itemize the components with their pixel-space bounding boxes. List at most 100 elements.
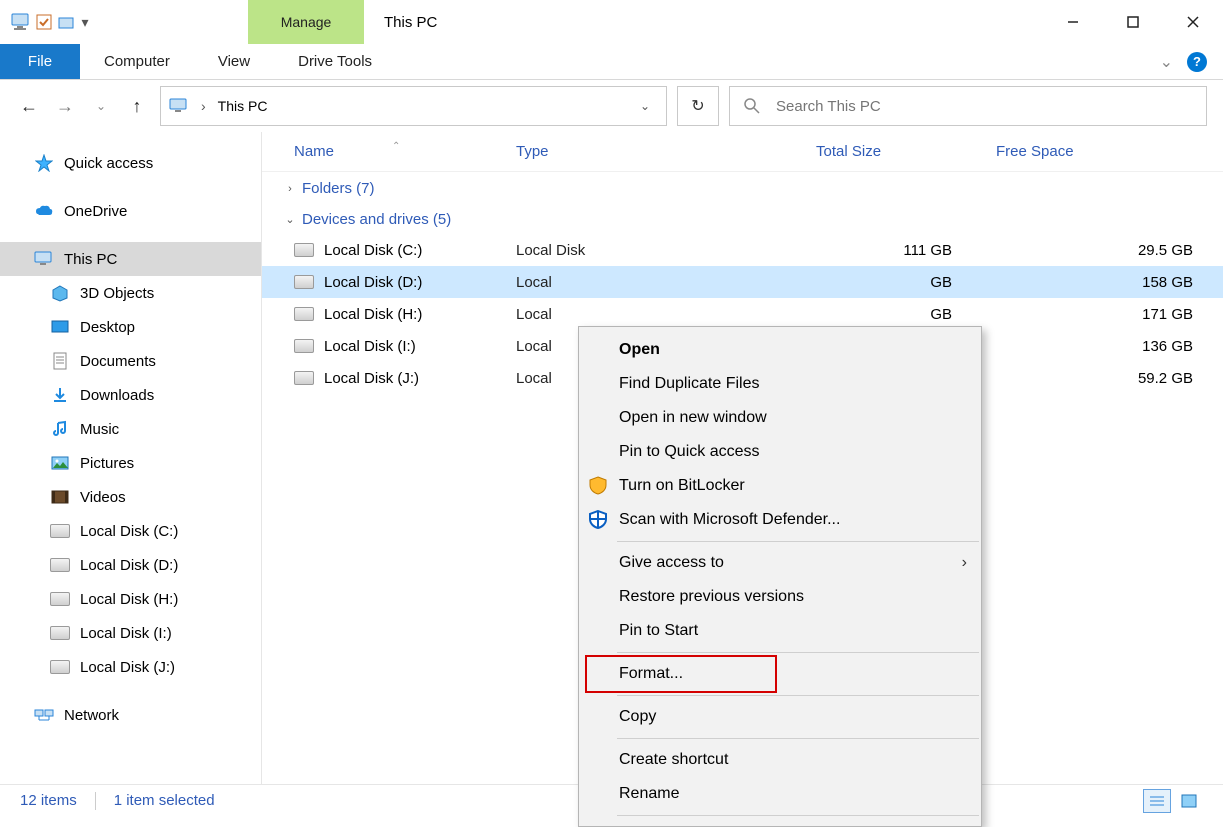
col-free-space[interactable]: Free Space — [996, 143, 1223, 160]
recent-locations-icon[interactable]: ⌄ — [88, 93, 114, 119]
ctx-pin-start[interactable]: Pin to Start — [579, 614, 981, 648]
ctx-restore-previous[interactable]: Restore previous versions — [579, 580, 981, 614]
ctx-pin-quick-access[interactable]: Pin to Quick access — [579, 435, 981, 469]
help-icon[interactable]: ? — [1187, 52, 1207, 72]
quick-access-icon — [34, 153, 54, 173]
group-label: Devices and drives (5) — [302, 211, 451, 228]
ctx-find-duplicates[interactable]: Find Duplicate Files — [579, 367, 981, 401]
back-button[interactable]: ← — [16, 93, 42, 119]
details-view-button[interactable] — [1143, 789, 1171, 813]
sidebar-label: Local Disk (H:) — [80, 591, 178, 608]
drive-name: Local Disk (I:) — [324, 338, 416, 355]
ctx-format[interactable]: Format... — [579, 657, 981, 691]
col-name[interactable]: ⌃Name — [294, 143, 516, 160]
divider — [95, 792, 96, 810]
col-total-size[interactable]: Total Size — [816, 143, 996, 160]
sidebar-label: Desktop — [80, 319, 135, 336]
drive-row[interactable]: Local Disk (D:)LocalGB158 GB — [262, 266, 1223, 298]
sort-caret-icon: ⌃ — [392, 141, 400, 152]
minimize-button[interactable] — [1043, 0, 1103, 44]
drive-free: 29.5 GB — [996, 242, 1223, 259]
drive-name: Local Disk (D:) — [324, 274, 422, 291]
sidebar-label: Quick access — [64, 155, 153, 172]
ctx-open-new-window[interactable]: Open in new window — [579, 401, 981, 435]
search-box[interactable] — [729, 86, 1207, 126]
sidebar-desktop[interactable]: Desktop — [0, 310, 261, 344]
drive-icon — [50, 555, 70, 575]
this-pc-icon — [34, 249, 54, 269]
sidebar-label: Videos — [80, 489, 126, 506]
up-button[interactable]: ↑ — [124, 93, 150, 119]
tab-computer[interactable]: Computer — [80, 44, 194, 79]
drive-icon — [50, 589, 70, 609]
drive-icon — [294, 307, 314, 321]
sidebar-label: Local Disk (D:) — [80, 557, 178, 574]
drive-icon — [50, 657, 70, 677]
group-drives[interactable]: ⌄ Devices and drives (5) — [262, 203, 1223, 234]
tab-view[interactable]: View — [194, 44, 274, 79]
qat-customize-icon[interactable]: ▾ — [78, 14, 92, 31]
sidebar-local-disk-j[interactable]: Local Disk (J:) — [0, 650, 261, 684]
sidebar-local-disk-c[interactable]: Local Disk (C:) — [0, 514, 261, 548]
context-tab-manage[interactable]: Manage — [248, 0, 364, 44]
sidebar-local-disk-i[interactable]: Local Disk (I:) — [0, 616, 261, 650]
ctx-label: Give access to — [619, 554, 724, 572]
ctx-label: Turn on BitLocker — [619, 477, 745, 495]
sidebar-videos[interactable]: Videos — [0, 480, 261, 514]
file-tab[interactable]: File — [0, 44, 80, 79]
ctx-create-shortcut[interactable]: Create shortcut — [579, 743, 981, 777]
group-label: Folders (7) — [302, 180, 375, 197]
chevron-right-icon: › — [284, 183, 296, 195]
sidebar-local-disk-h[interactable]: Local Disk (H:) — [0, 582, 261, 616]
menu-separator — [617, 695, 979, 696]
drive-type: Local — [516, 306, 816, 323]
breadcrumb-this-pc[interactable]: This PC — [218, 98, 268, 114]
ctx-bitlocker[interactable]: Turn on BitLocker — [579, 469, 981, 503]
address-dropdown-icon[interactable]: ⌄ — [632, 99, 658, 113]
ctx-give-access[interactable]: Give access to › — [579, 546, 981, 580]
context-menu: Open Find Duplicate Files Open in new wi… — [578, 326, 982, 827]
ctx-rename[interactable]: Rename — [579, 777, 981, 811]
ctx-copy[interactable]: Copy — [579, 700, 981, 734]
drive-free: 171 GB — [996, 306, 1223, 323]
chevron-right-icon[interactable]: › — [197, 98, 210, 114]
maximize-button[interactable] — [1103, 0, 1163, 44]
tab-drive-tools[interactable]: Drive Tools — [274, 44, 396, 79]
sidebar-onedrive[interactable]: OneDrive — [0, 194, 261, 228]
address-bar[interactable]: › This PC ⌄ — [160, 86, 667, 126]
sidebar-network[interactable]: Network — [0, 698, 261, 732]
sidebar-label: 3D Objects — [80, 285, 154, 302]
drive-row[interactable]: Local Disk (C:)Local Disk111 GB29.5 GB — [262, 234, 1223, 266]
qat-new-folder-icon[interactable] — [56, 12, 76, 32]
sidebar-quick-access[interactable]: Quick access — [0, 146, 261, 180]
sidebar-label: This PC — [64, 251, 117, 268]
drive-name: Local Disk (C:) — [324, 242, 422, 259]
sidebar-3d-objects[interactable]: 3D Objects — [0, 276, 261, 310]
downloads-icon — [50, 385, 70, 405]
sidebar-label: Documents — [80, 353, 156, 370]
sidebar-this-pc[interactable]: This PC — [0, 242, 261, 276]
qat-properties-icon[interactable] — [34, 12, 54, 32]
group-folders[interactable]: › Folders (7) — [262, 172, 1223, 203]
sidebar-documents[interactable]: Documents — [0, 344, 261, 378]
forward-button[interactable]: → — [52, 93, 78, 119]
ribbon-collapse-icon[interactable]: ⌄ — [1160, 52, 1173, 72]
search-input[interactable] — [774, 97, 1192, 116]
col-type[interactable]: Type — [516, 143, 816, 160]
sidebar-local-disk-d[interactable]: Local Disk (D:) — [0, 548, 261, 582]
ctx-defender-scan[interactable]: Scan with Microsoft Defender... — [579, 503, 981, 537]
sidebar-pictures[interactable]: Pictures — [0, 446, 261, 480]
window-title: This PC — [364, 0, 457, 44]
menu-separator — [617, 541, 979, 542]
network-icon — [34, 705, 54, 725]
sidebar-music[interactable]: Music — [0, 412, 261, 446]
drive-total: GB — [816, 306, 996, 323]
refresh-button[interactable]: ↻ — [677, 86, 719, 126]
sidebar-downloads[interactable]: Downloads — [0, 378, 261, 412]
ctx-open[interactable]: Open — [579, 333, 981, 367]
defender-icon — [587, 509, 609, 531]
drive-type: Local — [516, 274, 816, 291]
documents-icon — [50, 351, 70, 371]
close-button[interactable] — [1163, 0, 1223, 44]
thumbnails-view-button[interactable] — [1175, 789, 1203, 813]
